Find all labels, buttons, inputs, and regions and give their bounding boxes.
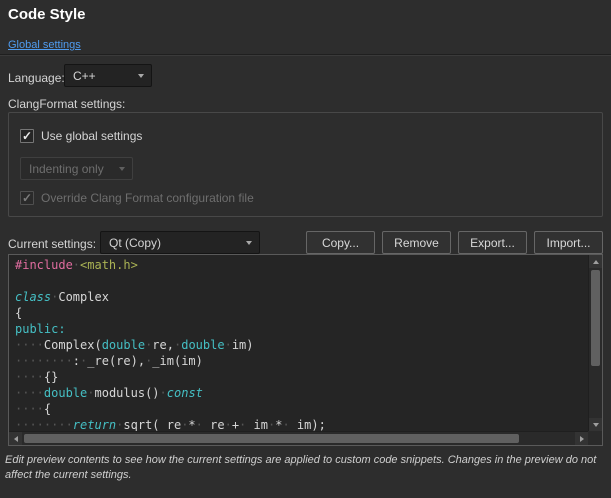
clangformat-mode-value: Indenting only [29, 162, 104, 176]
checkbox-checkmark-icon [20, 191, 34, 205]
remove-button[interactable]: Remove [382, 231, 451, 254]
checkbox-checkmark-icon [20, 129, 34, 143]
override-clang-format-checkbox[interactable]: Override Clang Format configuration file [20, 191, 254, 205]
export-button[interactable]: Export... [458, 231, 527, 254]
scrollbar-corner [588, 431, 602, 445]
arrow-up-icon [593, 260, 599, 264]
use-global-settings-checkbox[interactable]: Use global settings [20, 129, 142, 143]
copy-button[interactable]: Copy... [306, 231, 375, 254]
page-title: Code Style [8, 6, 86, 23]
scroll-right-button[interactable] [575, 432, 588, 445]
vertical-scrollbar-thumb[interactable] [591, 270, 600, 366]
code-lines[interactable]: #include·<math.h> class·Complex{public:·… [9, 255, 588, 431]
global-settings-link[interactable]: Global settings [8, 39, 81, 51]
chevron-down-icon [246, 241, 252, 245]
code-preview-editor: #include·<math.h> class·Complex{public:·… [8, 254, 603, 446]
horizontal-scrollbar[interactable] [9, 431, 588, 445]
chevron-down-icon [138, 74, 144, 78]
clangformat-mode-select[interactable]: Indenting only [20, 157, 133, 180]
arrow-down-icon [593, 423, 599, 427]
chevron-down-icon [119, 167, 125, 171]
current-settings-select[interactable]: Qt (Copy) [100, 231, 260, 254]
clangformat-section-label: ClangFormat settings: [8, 97, 125, 111]
scroll-left-button[interactable] [9, 432, 22, 445]
current-settings-label: Current settings: [8, 237, 96, 251]
language-label: Language: [8, 71, 65, 85]
horizontal-scrollbar-thumb[interactable] [24, 434, 519, 443]
separator [0, 54, 611, 56]
arrow-left-icon [14, 436, 18, 442]
current-settings-value: Qt (Copy) [109, 236, 161, 250]
import-button[interactable]: Import... [534, 231, 603, 254]
scroll-down-button[interactable] [589, 418, 602, 431]
footer-note: Edit preview contents to see how the cur… [5, 453, 606, 483]
vertical-scrollbar[interactable] [588, 255, 602, 431]
language-select[interactable]: C++ [64, 64, 152, 87]
current-settings-buttons: Copy... Remove Export... Import... [306, 231, 603, 254]
arrow-right-icon [580, 436, 584, 442]
code-style-settings-page: Code Style Global settings Language: C++… [0, 0, 611, 498]
scroll-up-button[interactable] [589, 255, 602, 268]
use-global-settings-label: Use global settings [41, 129, 142, 143]
language-select-value: C++ [73, 69, 96, 83]
override-clang-format-label: Override Clang Format configuration file [41, 191, 254, 205]
